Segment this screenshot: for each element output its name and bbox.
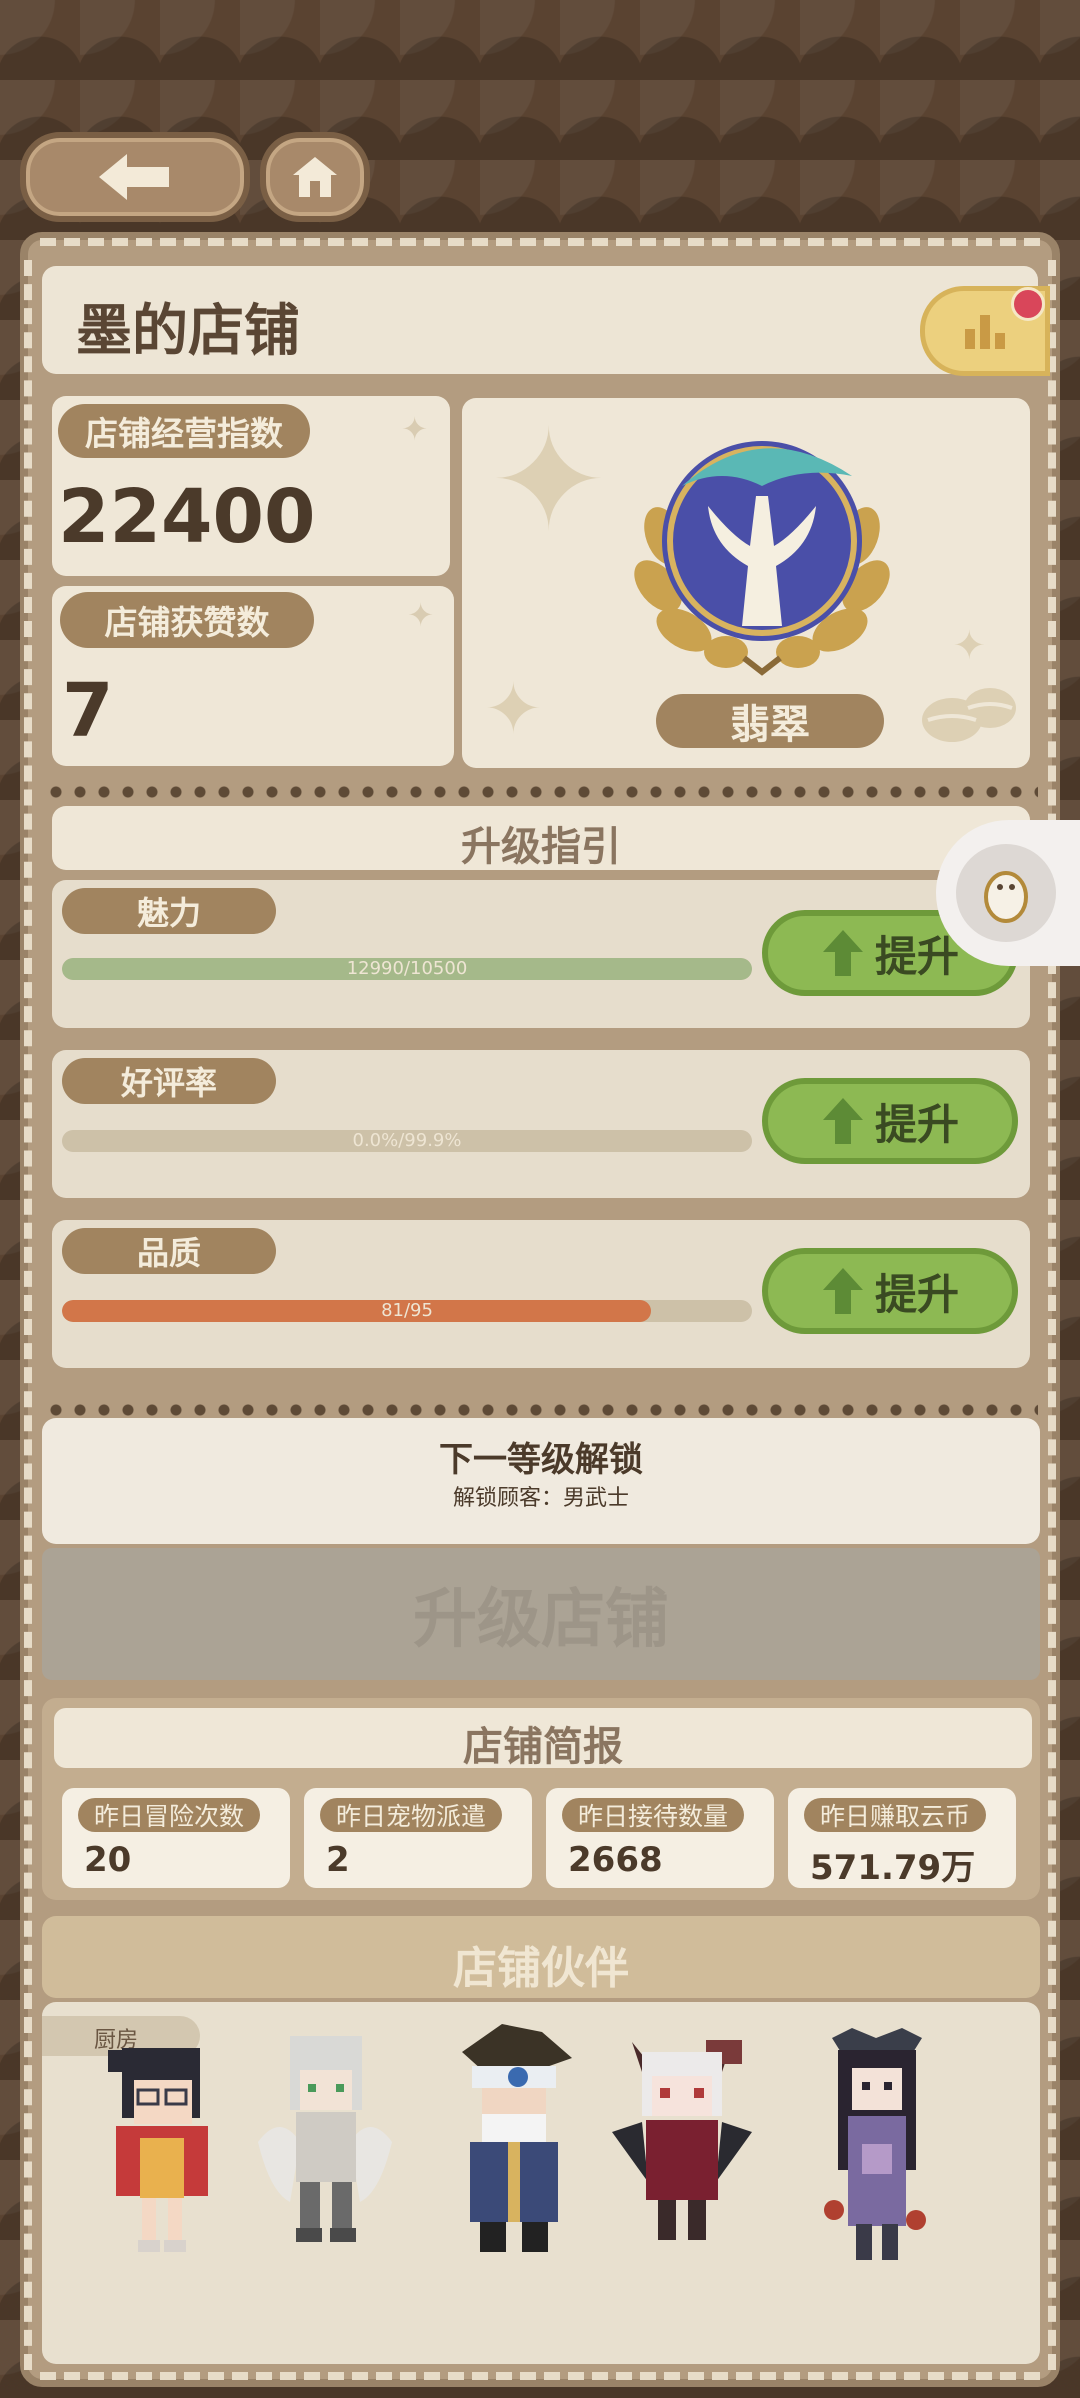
home-icon — [293, 157, 337, 197]
rank-button[interactable] — [920, 286, 1050, 376]
quality-progress-text: 81/95 — [381, 1300, 433, 1321]
bar-chart-icon — [965, 315, 1005, 349]
next-level-subtitle: 解锁顾客：男武士 — [452, 1486, 629, 1511]
sparkle-icon: ✦ — [407, 596, 434, 634]
rating-label: 好评率 — [62, 1058, 276, 1104]
report-title: 店铺简报 — [463, 1724, 623, 1770]
badge-name: 翡翠 — [656, 694, 884, 748]
partner-glasses-girl[interactable] — [102, 2042, 222, 2262]
upgrade-shop-label: 升级店铺 — [413, 1583, 669, 1657]
rating-progress-bar: 0.0%/99.9% — [62, 1130, 752, 1152]
report-panel: 店铺简报 昨日冒险次数 20 昨日宠物派遣 2 昨日接待数量 2668 昨日赚取… — [42, 1698, 1040, 1900]
stat-adventure-label: 昨日冒险次数 — [78, 1798, 261, 1832]
partner-captain[interactable] — [442, 2022, 582, 2262]
rating-boost-label: 提升 — [874, 1099, 959, 1149]
frame-stitch-left — [24, 260, 32, 2370]
arrow-left-icon — [99, 154, 169, 200]
upgrade-guide-title: 升级指引 — [461, 824, 621, 870]
partner-dark-lady[interactable] — [812, 2024, 942, 2274]
partner-horned-girl[interactable] — [602, 2032, 762, 2252]
arrow-up-icon — [822, 930, 863, 976]
emerald-badge-icon — [634, 441, 890, 676]
stat-coins: 昨日赚取云币 571.79万 — [788, 1788, 1016, 1888]
dotted-divider — [44, 786, 1038, 798]
frame-stitch-right — [1048, 260, 1056, 2370]
stat-reception: 昨日接待数量 2668 — [546, 1788, 774, 1888]
stat-pet-dispatch-value: 2 — [326, 1840, 350, 1880]
shop-title: 墨的店铺 — [76, 299, 300, 364]
charm-progress-text: 12990/10500 — [346, 958, 468, 979]
arrow-up-icon — [822, 1268, 863, 1314]
quality-progress-bar: 81/95 — [62, 1300, 752, 1322]
partners-area: 厨房 — [42, 2002, 1040, 2364]
frame-stitch-top — [40, 238, 1040, 246]
likes-value: 7 — [62, 668, 114, 754]
likes-card: 店铺获赞数 ✦ 7 — [52, 586, 454, 766]
operation-index-card: 店铺经营指数 ✦ 22400 — [52, 396, 450, 576]
next-level-card: 下一等级解锁 解锁顾客：男武士 — [42, 1418, 1040, 1544]
sparkle-icon: ✦ — [490, 400, 608, 563]
operation-index-label: 店铺经营指数 — [58, 404, 310, 458]
sparkle-icon: ✦ — [484, 668, 543, 750]
frame-stitch-bottom — [40, 2372, 1040, 2380]
partners-title: 店铺伙伴 — [453, 1943, 629, 1994]
quality-boost-label: 提升 — [874, 1269, 959, 1319]
partner-white-elf[interactable] — [250, 2032, 400, 2252]
stat-coins-label: 昨日赚取云币 — [804, 1798, 987, 1832]
stat-pet-dispatch: 昨日宠物派遣 2 — [304, 1788, 532, 1888]
penguin-icon — [984, 871, 1028, 923]
quality-boost-button[interactable]: 提升 — [762, 1248, 1018, 1334]
stat-pet-dispatch-label: 昨日宠物派遣 — [320, 1798, 503, 1832]
operation-index-value: 22400 — [58, 474, 316, 560]
rating-boost-button[interactable]: 提升 — [762, 1078, 1018, 1164]
badge-card[interactable]: ✦ ✦ ✦ 翡翠 — [462, 398, 1030, 768]
quality-label: 品质 — [62, 1228, 276, 1274]
charm-progress-bar: 12990/10500 — [62, 958, 752, 980]
next-level-title: 下一等级解锁 — [439, 1440, 643, 1480]
upgrade-guide-header: 升级指引 — [52, 806, 1030, 870]
partners-header: 店铺伙伴 — [42, 1916, 1040, 1998]
rating-progress-text: 0.0%/99.9% — [352, 1130, 462, 1151]
shop-title-bar: 墨的店铺 — [42, 266, 1038, 374]
charm-label: 魅力 — [62, 888, 276, 934]
assistant-avatar — [956, 844, 1056, 942]
stat-reception-value: 2668 — [568, 1840, 663, 1880]
floating-assistant[interactable] — [936, 820, 1080, 966]
stat-adventure-value: 20 — [84, 1840, 132, 1880]
arrow-up-icon — [822, 1098, 863, 1144]
coffee-beans-icon — [922, 688, 1016, 742]
upgrade-shop-button[interactable]: 升级店铺 — [42, 1548, 1040, 1680]
stat-adventure: 昨日冒险次数 20 — [62, 1788, 290, 1888]
sparkle-icon: ✦ — [952, 623, 986, 669]
sparkle-icon: ✦ — [401, 410, 428, 448]
back-button[interactable] — [20, 132, 250, 222]
stat-reception-label: 昨日接待数量 — [562, 1798, 745, 1832]
notification-dot — [1011, 287, 1045, 321]
stat-coins-value: 571.79万 — [810, 1848, 976, 1888]
dotted-divider — [44, 1404, 1038, 1416]
report-header: 店铺简报 — [54, 1708, 1032, 1770]
likes-label: 店铺获赞数 — [60, 592, 314, 648]
home-button[interactable] — [260, 132, 370, 222]
